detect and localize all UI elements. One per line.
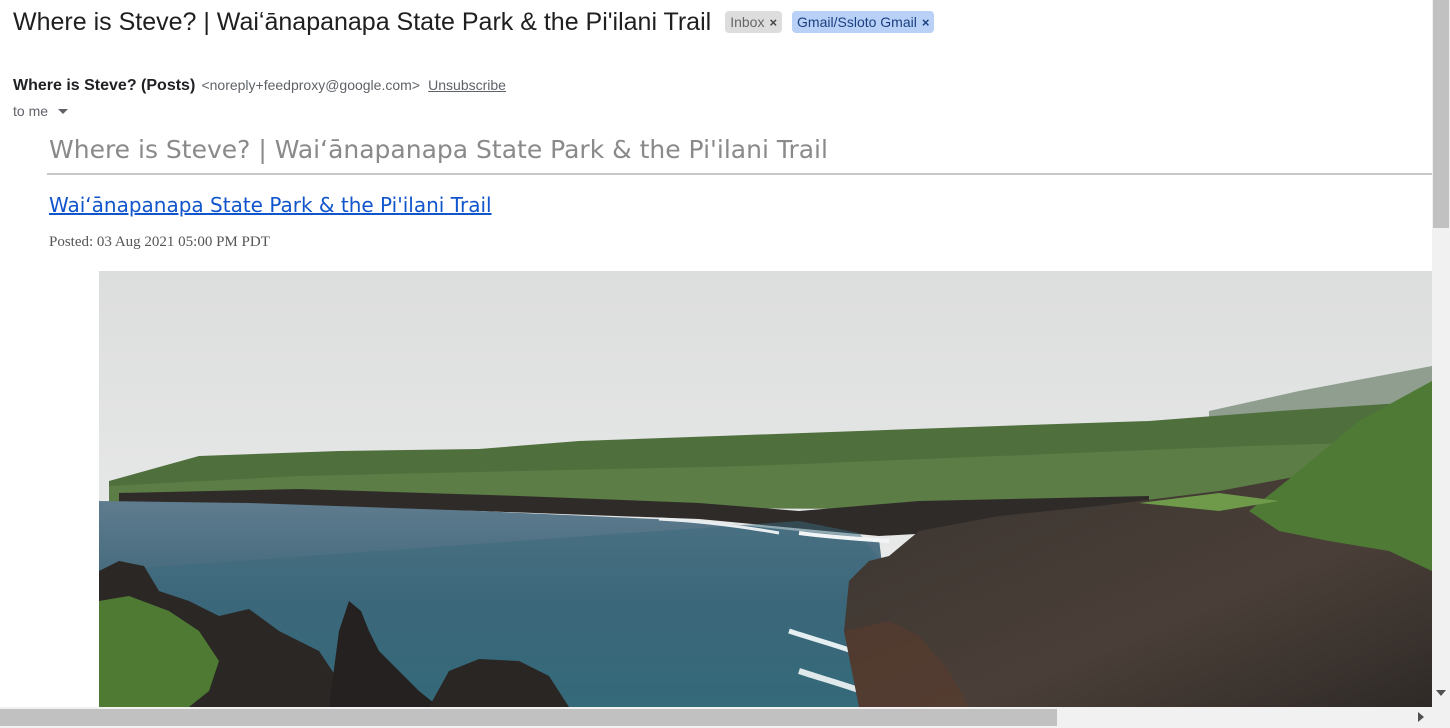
unsubscribe-link[interactable]: Unsubscribe	[428, 77, 506, 93]
post-photo	[99, 271, 1432, 707]
recipient-row[interactable]: to me	[13, 103, 69, 119]
feed-title: Where is Steve? | Waiʻānapanapa State Pa…	[49, 135, 828, 164]
divider	[47, 173, 1432, 175]
post-date: Posted: 03 Aug 2021 05:00 PM PDT	[49, 234, 270, 250]
horizontal-scrollbar[interactable]	[0, 707, 1450, 728]
close-icon[interactable]: ×	[922, 15, 930, 30]
label-text: Inbox	[730, 14, 765, 30]
vertical-scroll-thumb[interactable]	[1433, 0, 1449, 228]
subject-row: Where is Steve? | Waiʻānapanapa State Pa…	[13, 6, 935, 38]
close-icon[interactable]: ×	[769, 15, 777, 30]
label-text: Gmail/Ssloto Gmail	[797, 14, 917, 30]
label-inbox[interactable]: Inbox ×	[725, 11, 783, 33]
email-subject: Where is Steve? | Waiʻānapanapa State Pa…	[13, 7, 712, 36]
chevron-down-icon[interactable]	[58, 108, 69, 114]
vertical-scrollbar[interactable]	[1432, 0, 1450, 707]
scroll-right-arrow-icon[interactable]	[1418, 712, 1424, 722]
label-gmail-ssloto[interactable]: Gmail/Ssloto Gmail ×	[792, 11, 935, 33]
sender-name[interactable]: Where is Steve? (Posts)	[13, 77, 195, 94]
coastline-image	[99, 271, 1432, 707]
sender-row: Where is Steve? (Posts) <noreply+feedpro…	[13, 77, 506, 95]
recipient-text: to me	[13, 103, 49, 119]
scroll-down-arrow-icon[interactable]	[1436, 690, 1446, 696]
post-title-link[interactable]: Waiʻānapanapa State Park & the Pi'ilani …	[49, 193, 492, 217]
horizontal-scroll-thumb[interactable]	[0, 709, 1057, 726]
sender-email: <noreply+feedproxy@google.com>	[201, 77, 420, 93]
